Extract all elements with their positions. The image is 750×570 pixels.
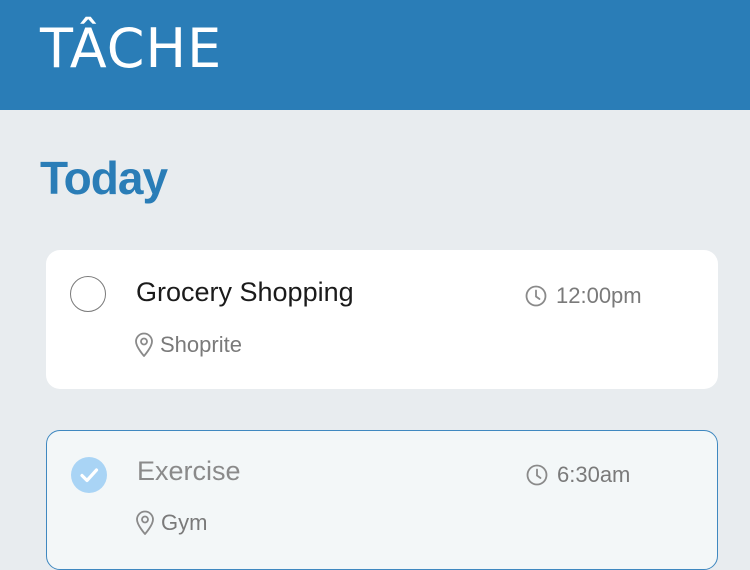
task-time: 6:30am <box>525 461 630 489</box>
task-location-text: Gym <box>161 510 208 535</box>
task-card[interactable]: Grocery Shopping 12:00pm Shoprite <box>46 250 718 389</box>
map-pin-icon <box>134 332 154 358</box>
task-time-text: 6:30am <box>557 462 631 487</box>
task-title: Grocery Shopping <box>136 277 354 307</box>
task-location: Shoprite <box>134 330 242 360</box>
section-title: Today <box>40 152 168 204</box>
map-pin-icon <box>135 510 155 536</box>
clock-icon <box>525 463 549 487</box>
app-logo: TÂCHE <box>40 17 223 80</box>
task-time: 12:00pm <box>524 282 642 310</box>
task-location: Gym <box>135 508 207 538</box>
task-complete-toggle[interactable] <box>70 276 106 312</box>
task-title: Exercise <box>137 456 241 486</box>
task-complete-toggle[interactable] <box>71 457 107 493</box>
checkmark-icon <box>80 468 99 483</box>
app-header: TÂCHE <box>0 0 750 110</box>
task-card[interactable]: Exercise 6:30am Gym <box>46 430 718 570</box>
task-location-text: Shoprite <box>160 332 242 357</box>
task-time-text: 12:00pm <box>556 283 642 308</box>
clock-icon <box>524 284 548 308</box>
